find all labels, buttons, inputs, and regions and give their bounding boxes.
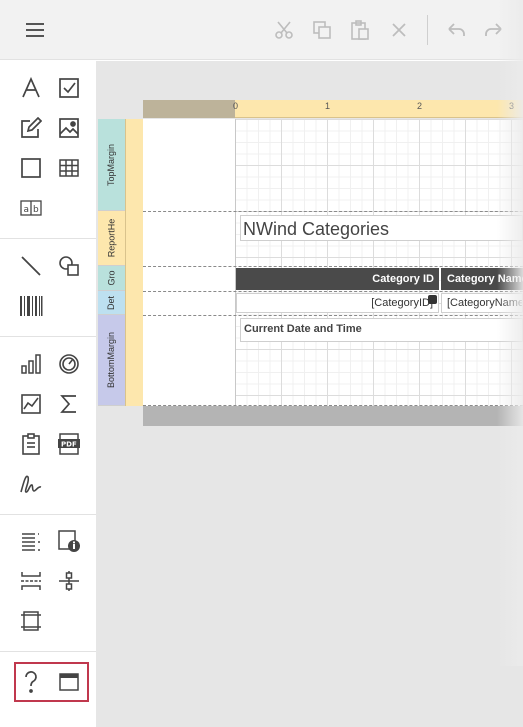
report-title-label[interactable]: NWind Categories: [240, 215, 523, 241]
image-icon[interactable]: [55, 114, 83, 142]
band-label-text: BottomMargin: [106, 331, 117, 389]
database-icon: [428, 295, 437, 304]
band-labels: TopMargin ReportHe Gro Det BottomMargin: [98, 119, 125, 406]
ruler-number: 2: [417, 101, 423, 111]
scroll-fade: [497, 0, 523, 666]
report-designer: ab PDF 0 1 2 TopMargin ReportHe Gro Det …: [0, 0, 523, 727]
report-page[interactable]: [143, 119, 523, 406]
toolbox-divider: [0, 336, 96, 337]
character-comb-icon[interactable]: ab: [17, 194, 45, 222]
hamburger-menu-icon[interactable]: [23, 18, 47, 42]
line-icon[interactable]: [17, 252, 45, 280]
sparkline-icon[interactable]: [17, 390, 45, 418]
copy-icon[interactable]: [310, 18, 334, 42]
table-icon[interactable]: [55, 154, 83, 182]
header-cell-category-id[interactable]: Category ID: [236, 268, 439, 290]
band-separator: [143, 266, 523, 267]
pdf-icon[interactable]: PDF: [55, 430, 83, 458]
toolbar: [0, 0, 523, 60]
date-time-label[interactable]: Current Date and Time: [240, 318, 523, 342]
band-group-header[interactable]: Gro: [98, 266, 125, 291]
svg-text:a: a: [24, 205, 30, 215]
cross-band-box-icon[interactable]: [17, 607, 45, 635]
list-icon[interactable]: [17, 527, 45, 555]
pencil-edit-icon[interactable]: [17, 114, 45, 142]
gauge-icon[interactable]: [55, 350, 83, 378]
band-separator: [143, 315, 523, 316]
toolbox-divider: [0, 238, 96, 239]
question-icon[interactable]: [17, 668, 45, 696]
band-detail[interactable]: Det: [98, 291, 125, 315]
subreport-icon[interactable]: [55, 527, 83, 555]
paste-icon[interactable]: [348, 18, 372, 42]
toolbox-divider: [0, 514, 96, 515]
ruler-number: 1: [325, 101, 331, 111]
ruler-margin-area: [143, 100, 235, 118]
cross-band-line-icon[interactable]: [55, 567, 83, 595]
svg-text:b: b: [33, 205, 39, 215]
band-report-header[interactable]: ReportHe: [98, 211, 125, 266]
band-label-text: Gro: [106, 270, 117, 286]
checkbox-icon[interactable]: [55, 74, 83, 102]
close-icon[interactable]: [387, 18, 411, 42]
signature-icon[interactable]: [17, 470, 45, 498]
square-icon[interactable]: [17, 154, 45, 182]
vertical-ruler: [125, 119, 143, 406]
bar-chart-icon[interactable]: [17, 350, 45, 378]
scissors-icon[interactable]: [272, 18, 296, 42]
toolbar-separator: [427, 15, 428, 45]
band-top-margin[interactable]: TopMargin: [98, 119, 125, 211]
band-label-text: ReportHe: [106, 218, 117, 258]
band-label-text: TopMargin: [106, 143, 117, 186]
margin-line: [235, 119, 236, 406]
band-separator: [143, 211, 523, 212]
page-bottom-edge: [143, 406, 523, 426]
band-bottom-margin[interactable]: BottomMargin: [98, 315, 125, 406]
pdf-label: PDF: [61, 441, 77, 449]
detail-cell-category-id[interactable]: [CategoryID]: [236, 293, 439, 313]
toolbox-divider: [0, 651, 96, 652]
band-separator: [143, 291, 523, 292]
shape-icon[interactable]: [55, 252, 83, 280]
design-grid: [235, 119, 523, 406]
window-icon[interactable]: [55, 668, 83, 696]
barcode-icon[interactable]: [17, 292, 45, 320]
undo-icon[interactable]: [444, 18, 468, 42]
clipboard-icon[interactable]: [17, 430, 45, 458]
toolbox: ab PDF: [0, 61, 96, 727]
ruler-number: 0: [233, 101, 239, 111]
text-A-icon[interactable]: [17, 74, 45, 102]
page-break-icon[interactable]: [17, 567, 45, 595]
band-label-text: Det: [106, 295, 117, 310]
sigma-icon[interactable]: [55, 390, 83, 418]
